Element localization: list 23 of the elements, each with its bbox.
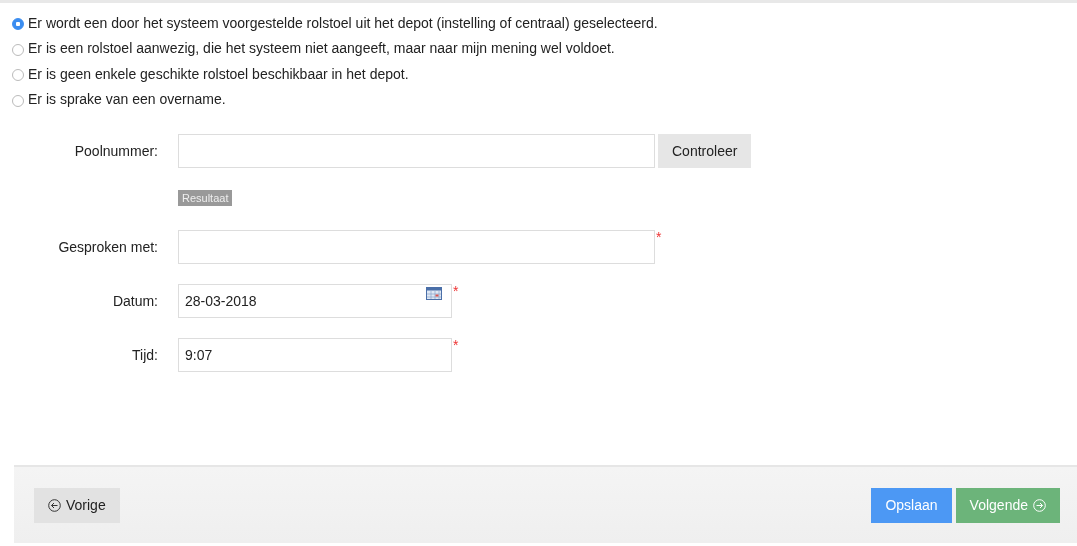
input-field[interactable]	[178, 134, 655, 168]
field-label: Tijd:	[131, 346, 159, 365]
required-mark: *	[453, 284, 459, 298]
input-field[interactable]: 9:07	[178, 338, 452, 372]
field-label: Datum:	[111, 292, 159, 311]
option-label: Er is een rolstoel aanwezig, die het systeem niet aangeeft, maar naar mijn mening wel voldoet.	[28, 40, 615, 57]
calendar-icon[interactable]	[426, 287, 442, 300]
required-mark: *	[453, 338, 459, 352]
field-label: Poolnummer:	[73, 142, 159, 161]
result-badge: Resultaat	[178, 190, 233, 206]
required-mark: *	[656, 230, 662, 244]
check-button[interactable]: Controleer	[658, 134, 752, 168]
option-label: Er is geen enkele geschikte rolstoel beschikbaar in het depot.	[28, 65, 409, 82]
field-label: Gesproken met:	[57, 238, 159, 257]
input-field[interactable]: 28-03-2018	[178, 284, 452, 318]
radio-button[interactable]	[12, 18, 24, 31]
back-button[interactable]: Vorige	[34, 487, 120, 523]
input-field[interactable]	[178, 230, 655, 264]
option-label: Er wordt een door het systeem voorgestelde rolstoel uit het depot (instelling of centraal) geselecteerd.	[28, 14, 658, 31]
radio-button[interactable]	[12, 43, 24, 56]
option-label: Er is sprake van een overname.	[28, 91, 226, 108]
radio-button[interactable]	[12, 69, 24, 82]
radio-button[interactable]	[12, 94, 24, 107]
